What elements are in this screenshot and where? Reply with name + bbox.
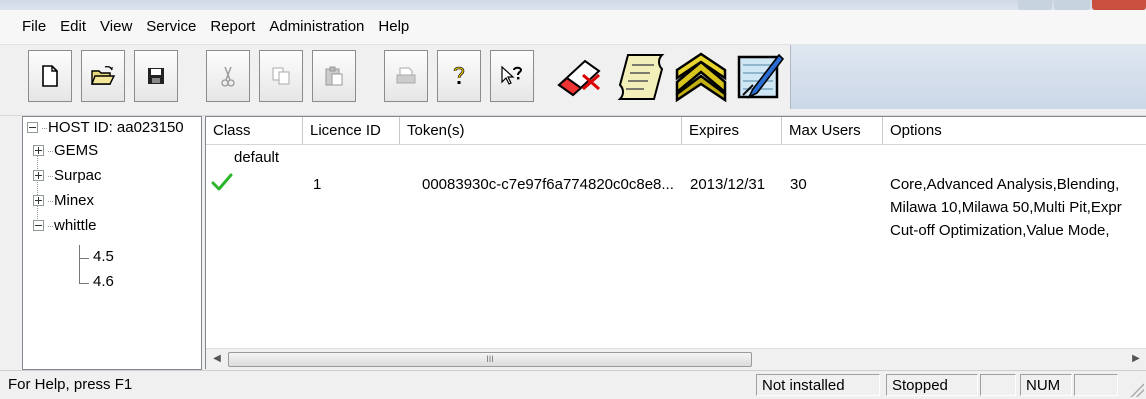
about-icon [453,66,465,84]
tree-node-minex[interactable]: Minex [33,190,94,212]
licence-list[interactable]: Class Licence ID Token(s) Expires Max Us… [205,116,1146,369]
collapse-icon[interactable] [27,121,38,133]
max-users-cell: 30 [790,176,807,193]
tree-node-whittle-4-6[interactable]: 4.6 [93,271,114,293]
maximize-button[interactable] [1054,0,1090,10]
cut-icon [221,66,235,87]
open-button[interactable] [81,50,125,102]
save-icon [148,68,164,84]
eraser-icon [557,59,601,97]
tree-node-label: GEMS [54,142,99,159]
status-install-state: Not installed [756,374,880,396]
tree-node-label: Surpac [54,167,102,184]
chevron-rank-icon [675,52,727,102]
print-button[interactable] [384,50,428,102]
expires-cell: 2013/12/31 [690,176,766,193]
expand-icon[interactable] [33,169,44,181]
tree-node-whittle[interactable]: whittle [33,215,97,237]
check-icon [211,173,233,191]
options-cell-line: Core,Advanced Analysis,Blending, [890,176,1120,193]
context-help-button[interactable] [490,50,534,102]
print-icon [396,67,416,84]
menu-report[interactable]: Report [203,10,262,44]
edit-licence-icon [737,53,785,99]
licence-id-cell: 1 [313,176,322,193]
host-tree[interactable]: HOST ID: aa023150 GEMS Surpac Minex whit… [22,116,202,370]
new-button[interactable] [28,50,72,102]
options-cell-line: Milawa 10,Milawa 50,Multi Pit,Expr [890,199,1122,216]
horizontal-scrollbar[interactable]: ◀ III ▶ [206,348,1146,369]
scroll-icon [617,54,665,100]
toolbar [0,45,1146,116]
tree-node-label: Minex [54,192,95,209]
options-cell-line: Cut-off Optimization,Value Mode, [890,222,1110,239]
status-num-lock: NUM [1020,374,1072,396]
expand-icon[interactable] [33,144,44,156]
minimize-button[interactable] [1018,0,1052,10]
token-cell: 00083930c-c7e97f6a774820c0c8e8... [422,176,674,193]
column-header-licence-id[interactable]: Licence ID [303,117,400,144]
collapse-icon[interactable] [33,219,44,231]
tree-child-guide-line [79,245,80,283]
status-pane-empty [980,374,1016,396]
column-header-expires[interactable]: Expires [682,117,782,144]
tree-node-label: HOST ID: aa023150 [48,119,184,136]
menu-file[interactable]: File [0,10,53,44]
scrollbar-thumb[interactable]: III [228,352,752,367]
close-button[interactable] [1092,0,1146,10]
upgrade-button[interactable] [672,47,730,107]
save-button[interactable] [134,50,178,102]
tree-node-gems[interactable]: GEMS [33,140,98,162]
expand-icon[interactable] [33,194,44,206]
column-header-class[interactable]: Class [206,117,303,144]
status-help-text: For Help, press F1 [8,376,133,393]
tree-connector [48,175,53,177]
column-header-tokens[interactable]: Token(s) [400,117,682,144]
scroll-right-arrow-icon[interactable]: ▶ [1127,349,1145,369]
tree-child-connector [79,258,89,259]
scroll-left-arrow-icon[interactable]: ◀ [208,349,226,369]
about-button[interactable] [437,50,481,102]
edit-licence-button[interactable] [730,47,788,107]
status-pane-empty [1074,374,1118,396]
tree-connector [48,150,53,152]
tree-child-connector [79,283,89,284]
status-service-state: Stopped [886,374,978,396]
tree-node-surpac[interactable]: Surpac [33,165,102,187]
tree-node-label: whittle [54,217,97,234]
resize-grip-icon[interactable] [1130,383,1144,397]
paste-button[interactable] [312,50,356,102]
toolbar-spacer [790,45,1146,109]
menu-edit[interactable]: Edit [53,10,93,44]
tree-connector [42,127,47,129]
tree-node-host[interactable]: HOST ID: aa023150 [27,117,184,139]
new-icon [42,65,58,87]
menu-administration[interactable]: Administration [262,10,371,44]
context-help-icon [501,65,523,85]
tree-node-label: 4.6 [93,273,114,290]
copy-icon [272,67,290,85]
copy-button[interactable] [259,50,303,102]
open-icon [90,65,116,85]
tree-node-whittle-4-5[interactable]: 4.5 [93,246,114,268]
menu-help[interactable]: Help [371,10,416,44]
menu-service[interactable]: Service [139,10,203,44]
list-header: Class Licence ID Token(s) Expires Max Us… [206,117,1146,145]
paste-icon [325,66,343,86]
menu-view[interactable]: View [93,10,139,44]
cut-button[interactable] [206,50,250,102]
tree-connector [48,225,53,227]
licence-scroll-button[interactable] [612,47,670,107]
tree-connector [48,200,53,202]
column-header-options[interactable]: Options [883,117,1146,144]
menu-bar: File Edit View Service Report Administra… [0,10,1146,45]
column-header-max-users[interactable]: Max Users [782,117,883,144]
window-title-strip [0,0,1146,10]
uninstall-button[interactable] [552,47,610,107]
tree-node-label: 4.5 [93,248,114,265]
status-bar: For Help, press F1 Not installed Stopped… [0,370,1146,399]
group-label: default [234,149,280,166]
